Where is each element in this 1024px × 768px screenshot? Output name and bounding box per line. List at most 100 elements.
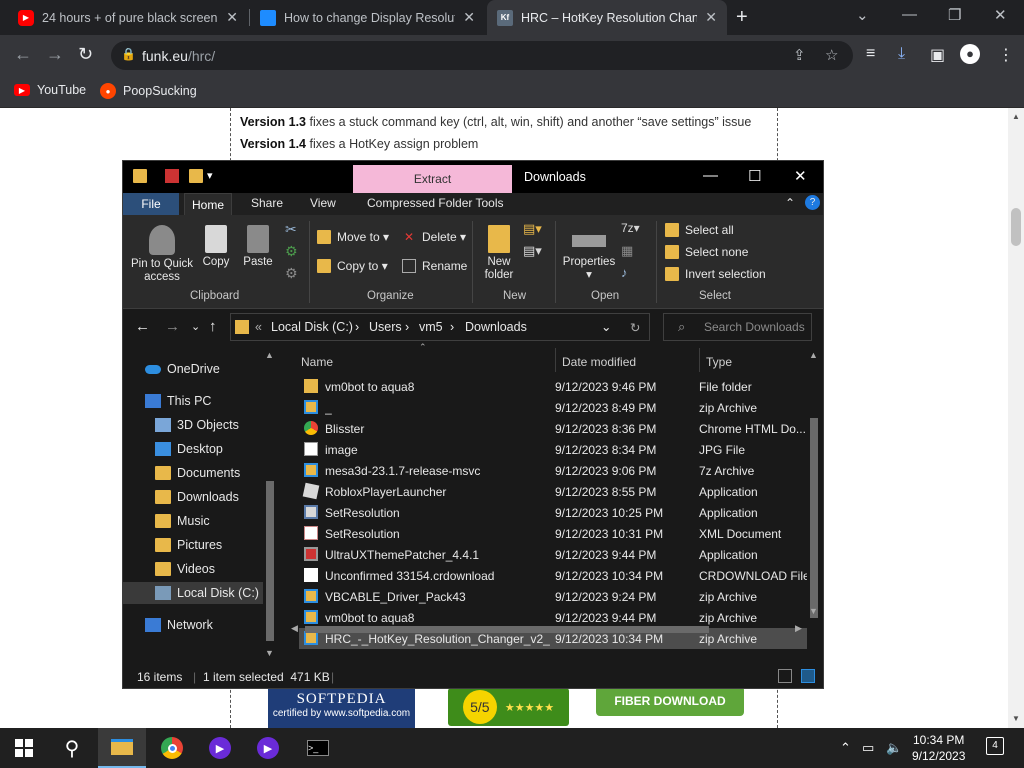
- scrollbar-thumb[interactable]: [305, 626, 709, 633]
- side-panel-icon[interactable]: ▣: [930, 45, 945, 65]
- nav-desktop[interactable]: Desktop: [155, 438, 223, 460]
- details-view-icon[interactable]: [778, 669, 792, 683]
- scroll-up-icon[interactable]: ▲: [1012, 112, 1020, 121]
- delete-button[interactable]: ✕ Delete ▾: [402, 230, 466, 244]
- close-icon[interactable]: ✕: [794, 167, 807, 185]
- properties-button[interactable]: Properties ▾: [561, 225, 617, 282]
- tab-search-icon[interactable]: ⌄: [856, 6, 869, 24]
- scroll-down-icon[interactable]: ▼: [809, 606, 818, 616]
- forward-icon[interactable]: →: [46, 44, 64, 65]
- breadcrumb-users[interactable]: Users: [369, 320, 402, 334]
- copy-button[interactable]: Copy: [201, 225, 231, 269]
- cut-icon[interactable]: ✂: [285, 221, 297, 238]
- file-row[interactable]: Blisster 9/12/2023 8:36 PM Chrome HTML Do.…: [299, 418, 807, 439]
- tab-home[interactable]: Home: [184, 193, 232, 216]
- breadcrumb[interactable]: « Local Disk (C:) › Users › vm5 › Downlo…: [230, 313, 650, 341]
- recent-locations-icon[interactable]: ⌄: [191, 320, 200, 333]
- refresh-icon[interactable]: ↻: [630, 320, 640, 335]
- file-row[interactable]: RobloxPlayerLauncher 9/12/2023 8:55 PM App…: [299, 481, 807, 502]
- nav-3d-objects[interactable]: 3D Objects: [155, 414, 239, 436]
- forward-icon[interactable]: →: [165, 318, 180, 335]
- browser-tab-active[interactable]: Kf HRC – HotKey Resolution Change ✕: [487, 0, 727, 35]
- nav-scrollbar[interactable]: ▲ ▼: [263, 348, 277, 661]
- scrollbar-thumb[interactable]: [810, 418, 818, 618]
- search-input[interactable]: ⌕ Search Downloads: [663, 313, 812, 341]
- collapse-ribbon-icon[interactable]: ⌃: [785, 196, 795, 210]
- file-row[interactable]: Unconfirmed 33154.crdownload 9/12/2023 10…: [299, 565, 807, 586]
- copy-path-icon[interactable]: ⚙: [285, 243, 298, 260]
- download-icon[interactable]: ⤓: [898, 45, 905, 63]
- paste-shortcut-icon[interactable]: ⚙: [285, 265, 298, 282]
- file-row[interactable]: _ 9/12/2023 8:49 PM zip Archive: [299, 397, 807, 418]
- properties-icon[interactable]: [165, 169, 179, 183]
- taskbar-terminal[interactable]: >_: [294, 728, 342, 768]
- minimize-icon[interactable]: —: [703, 167, 718, 184]
- nav-pictures[interactable]: Pictures: [155, 534, 222, 556]
- rating-badge[interactable]: 5/5 ★★★★★: [448, 688, 569, 726]
- scroll-right-icon[interactable]: ▶: [795, 623, 802, 634]
- breadcrumb-vm5[interactable]: vm5: [419, 320, 443, 334]
- breadcrumb-local-disk[interactable]: Local Disk (C:): [271, 320, 353, 334]
- new-folder-icon[interactable]: [189, 169, 203, 183]
- scroll-down-icon[interactable]: ▼: [265, 648, 274, 658]
- column-header-date[interactable]: Date modified: [562, 355, 636, 369]
- page-scrollbar[interactable]: ▲ ▼: [1008, 108, 1024, 728]
- file-row[interactable]: vm0bot to aqua8 9/12/2023 9:46 PM File fol…: [299, 376, 807, 397]
- file-row[interactable]: SetResolution 9/12/2023 10:31 PM XML Docum…: [299, 523, 807, 544]
- customize-quick-access-icon[interactable]: ▾: [207, 169, 221, 183]
- history-icon[interactable]: ♪: [621, 265, 628, 280]
- breadcrumb-overflow-icon[interactable]: «: [255, 320, 262, 334]
- scroll-down-icon[interactable]: ▼: [1012, 714, 1020, 723]
- address-dropdown-icon[interactable]: ⌄: [601, 319, 611, 334]
- close-icon[interactable]: ✕: [994, 6, 1007, 24]
- tab-view[interactable]: View: [310, 196, 336, 210]
- invert-selection-button[interactable]: Invert selection: [665, 267, 766, 281]
- new-item-icon[interactable]: ▤▾: [523, 221, 542, 237]
- easy-access-icon[interactable]: ▤▾: [523, 243, 542, 259]
- bookmark-youtube[interactable]: ▶ YouTube: [14, 83, 86, 97]
- bookmark-star-icon[interactable]: ☆: [825, 46, 838, 64]
- nav-onedrive[interactable]: OneDrive: [145, 358, 220, 380]
- show-hidden-icons[interactable]: ⌃: [840, 740, 851, 756]
- nav-downloads[interactable]: Downloads: [155, 486, 239, 508]
- address-bar[interactable]: 🔒 funk.eu/hrc/ ⇪ ☆: [111, 41, 853, 70]
- network-status-icon[interactable]: ▭: [862, 740, 874, 756]
- notification-icon[interactable]: 4: [986, 737, 1004, 755]
- search-button[interactable]: ⚲: [48, 728, 96, 768]
- fiber-download-button[interactable]: FIBER DOWNLOAD: [596, 686, 744, 716]
- back-icon[interactable]: ←: [135, 318, 150, 335]
- copy-to-button[interactable]: Copy to ▾: [317, 259, 388, 273]
- nav-videos[interactable]: Videos: [155, 558, 215, 580]
- scroll-left-icon[interactable]: ◀: [291, 623, 298, 634]
- file-list-vscrollbar[interactable]: ▲ ▼: [807, 348, 821, 618]
- column-header-name[interactable]: Name: [301, 355, 333, 369]
- reload-icon[interactable]: ↻: [78, 44, 93, 65]
- share-icon[interactable]: ⇪: [793, 46, 806, 64]
- nav-documents[interactable]: Documents: [155, 462, 240, 484]
- restore-icon[interactable]: ❐: [948, 6, 961, 24]
- maximize-icon[interactable]: ☐: [748, 167, 761, 185]
- paste-button[interactable]: Paste: [241, 225, 275, 269]
- tab-compressed-folder-tools[interactable]: Compressed Folder Tools: [367, 196, 504, 210]
- scroll-up-icon[interactable]: ▲: [265, 350, 274, 360]
- file-list-hscrollbar[interactable]: ◀ ▶: [289, 622, 807, 636]
- file-row[interactable]: image 9/12/2023 8:34 PM JPG File: [299, 439, 807, 460]
- bookmark-poopsucking[interactable]: ● PoopSucking: [100, 83, 197, 99]
- large-icons-view-icon[interactable]: [801, 669, 815, 683]
- file-row[interactable]: mesa3d-23.1.7-release-msvc 9/12/2023 9:06…: [299, 460, 807, 481]
- edit-icon[interactable]: ▦: [621, 243, 633, 259]
- nav-network[interactable]: Network: [145, 614, 213, 636]
- extract-tab[interactable]: Extract: [353, 165, 512, 193]
- softpedia-badge[interactable]: SOFTPEDIA certified by www.softpedia.com: [268, 688, 415, 728]
- menu-icon[interactable]: ⋮: [998, 45, 1014, 65]
- breadcrumb-downloads[interactable]: Downloads: [465, 320, 527, 334]
- back-icon[interactable]: ←: [14, 44, 32, 65]
- nav-local-disk[interactable]: Local Disk (C:): [123, 582, 263, 604]
- taskbar-app-2[interactable]: ▶: [244, 728, 292, 768]
- system-clock[interactable]: 10:34 PM 9/12/2023: [912, 732, 965, 764]
- minimize-icon[interactable]: —: [902, 6, 917, 23]
- reading-list-icon[interactable]: ≡: [866, 45, 875, 63]
- tab-file[interactable]: File: [123, 193, 179, 215]
- up-icon[interactable]: ↑: [209, 318, 217, 335]
- close-tab-icon[interactable]: ✕: [226, 9, 238, 26]
